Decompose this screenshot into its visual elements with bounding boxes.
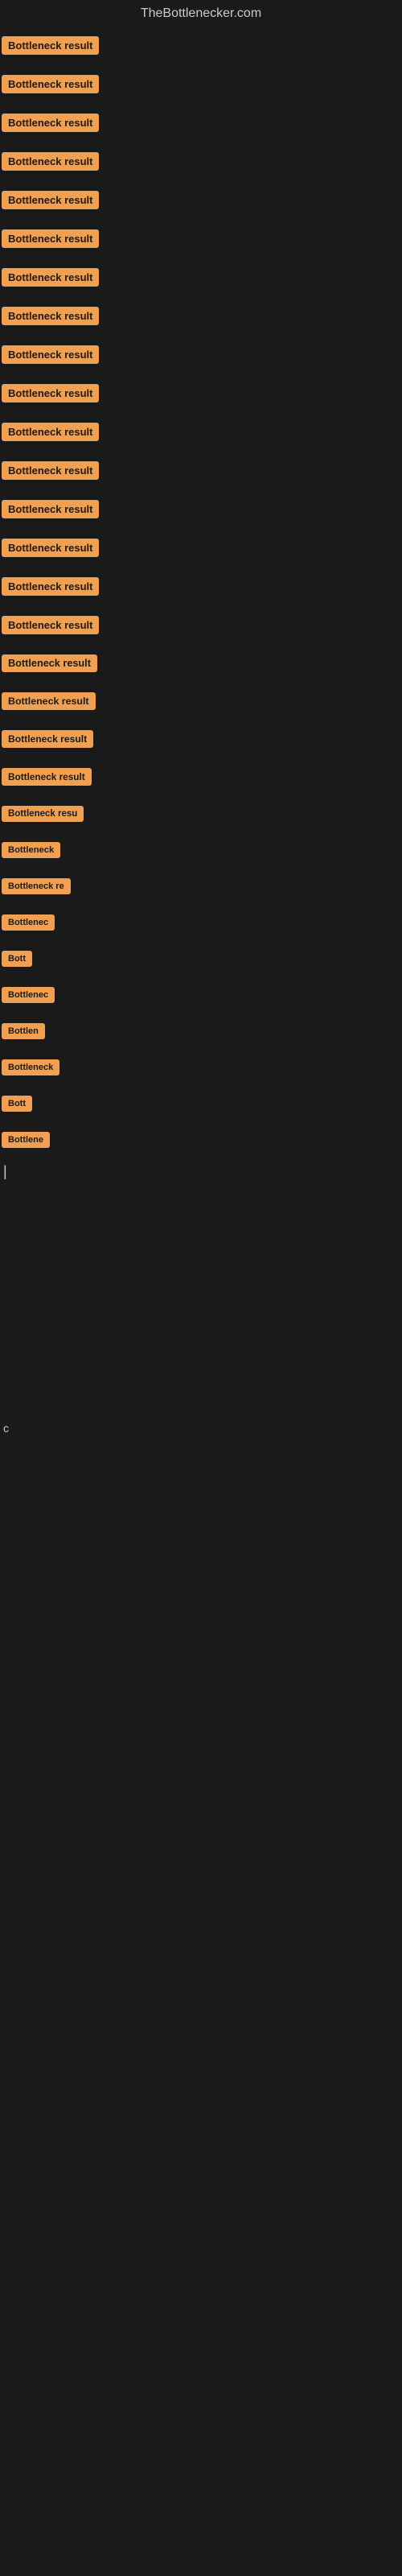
bottleneck-badge: Bottleneck result [2, 461, 99, 480]
bottleneck-item-23[interactable]: Bottleneck re [2, 873, 402, 898]
bottom-section: c [2, 1422, 402, 1436]
bottleneck-badge: Bottleneck result [2, 345, 99, 364]
bottleneck-badge: Bottlenec [2, 914, 55, 931]
bottleneck-item-14[interactable]: Bottleneck result [2, 534, 402, 561]
bottleneck-badge: Bottleneck [2, 842, 60, 858]
bottleneck-badge: Bottleneck result [2, 75, 99, 93]
bottleneck-badge: Bottlene [2, 1132, 50, 1148]
bottleneck-item-20[interactable]: Bottleneck result [2, 763, 402, 790]
bottleneck-badge: Bottleneck result [2, 307, 99, 325]
bottleneck-badge: Bottleneck result [2, 616, 99, 634]
bottleneck-badge: Bottleneck result [2, 692, 96, 710]
bottleneck-badge: Bottleneck result [2, 654, 97, 672]
bottleneck-item-12[interactable]: Bottleneck result [2, 456, 402, 484]
site-title: TheBottlenecker.com [0, 0, 402, 27]
cursor-indicator: | [2, 1163, 402, 1180]
bottleneck-item-28[interactable]: Bottleneck [2, 1055, 402, 1080]
bottleneck-item-5[interactable]: Bottleneck result [2, 186, 402, 213]
bottleneck-badge: Bott [2, 951, 32, 967]
bottleneck-item-19[interactable]: Bottleneck result [2, 725, 402, 752]
bottleneck-item-21[interactable]: Bottleneck resu [2, 801, 402, 826]
bottleneck-item-22[interactable]: Bottleneck [2, 837, 402, 862]
bottleneck-item-27[interactable]: Bottlen [2, 1018, 402, 1043]
bottleneck-item-3[interactable]: Bottleneck result [2, 109, 402, 136]
bottleneck-item-30[interactable]: Bottlene [2, 1127, 402, 1152]
bottleneck-badge: Bott [2, 1096, 32, 1112]
bottleneck-item-8[interactable]: Bottleneck result [2, 302, 402, 329]
bottleneck-item-11[interactable]: Bottleneck result [2, 418, 402, 445]
bottleneck-badge: Bottleneck result [2, 577, 99, 596]
bottleneck-badge: Bottleneck result [2, 500, 99, 518]
bottleneck-badge: Bottleneck result [2, 730, 93, 748]
bottleneck-badge: Bottleneck result [2, 114, 99, 132]
bottleneck-badge: Bottleneck result [2, 268, 99, 287]
bottleneck-badge: Bottleneck result [2, 539, 99, 557]
bottleneck-badge: Bottleneck re [2, 878, 71, 894]
bottleneck-item-26[interactable]: Bottlenec [2, 982, 402, 1007]
bottleneck-item-16[interactable]: Bottleneck result [2, 611, 402, 638]
bottleneck-item-13[interactable]: Bottleneck result [2, 495, 402, 522]
bottleneck-item-10[interactable]: Bottleneck result [2, 379, 402, 407]
bottleneck-item-7[interactable]: Bottleneck result [2, 263, 402, 291]
bottleneck-item-1[interactable]: Bottleneck result [2, 31, 402, 59]
bottleneck-item-6[interactable]: Bottleneck result [2, 225, 402, 252]
site-title-bar: TheBottlenecker.com [0, 0, 402, 27]
bottleneck-item-4[interactable]: Bottleneck result [2, 147, 402, 175]
bottleneck-badge: Bottleneck result [2, 36, 99, 55]
bottleneck-item-29[interactable]: Bott [2, 1091, 402, 1116]
bottleneck-item-17[interactable]: Bottleneck result [2, 650, 402, 676]
bottleneck-badge: Bottlen [2, 1023, 45, 1039]
bottleneck-badge: Bottleneck result [2, 229, 99, 248]
bottleneck-badge: Bottleneck result [2, 384, 99, 402]
bottleneck-badge: Bottleneck result [2, 423, 99, 441]
bottleneck-badge: Bottlenec [2, 987, 55, 1003]
bottleneck-badge: Bottleneck resu [2, 806, 84, 822]
bottleneck-badge: Bottleneck [2, 1059, 59, 1075]
bottleneck-item-18[interactable]: Bottleneck result [2, 687, 402, 714]
bottleneck-badge: Bottleneck result [2, 191, 99, 209]
bottleneck-item-9[interactable]: Bottleneck result [2, 341, 402, 368]
bottleneck-items-container: Bottleneck result Bottleneck result Bottle… [0, 27, 402, 1436]
bottom-char: c [3, 1422, 9, 1435]
bottleneck-badge: Bottleneck result [2, 768, 92, 786]
bottleneck-item-15[interactable]: Bottleneck result [2, 572, 402, 600]
bottleneck-item-2[interactable]: Bottleneck result [2, 70, 402, 97]
bottleneck-item-25[interactable]: Bott [2, 946, 402, 971]
bottleneck-item-24[interactable]: Bottlenec [2, 910, 402, 935]
bottleneck-badge: Bottleneck result [2, 152, 99, 171]
